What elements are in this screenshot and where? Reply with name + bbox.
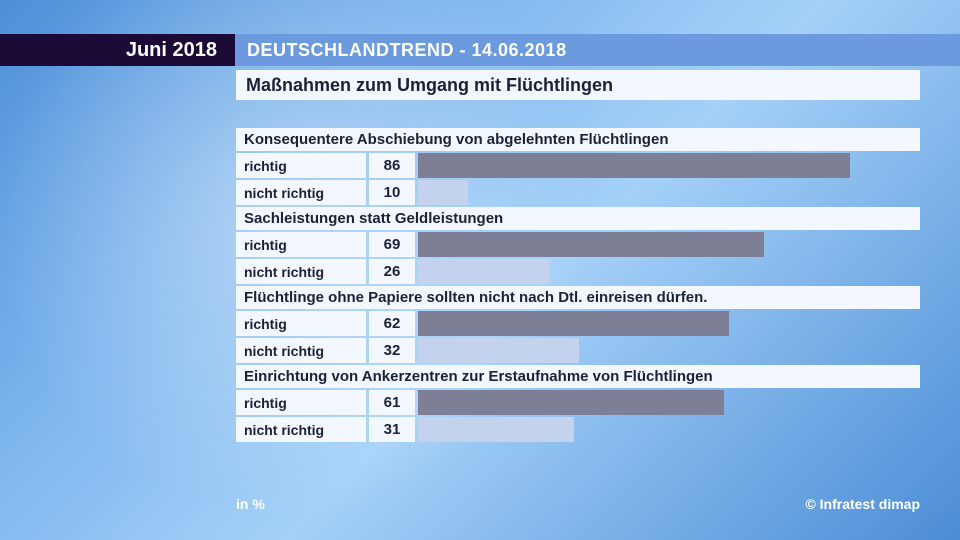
bar: [418, 417, 574, 442]
answer-value: 86: [369, 153, 415, 178]
answer-label: richtig: [236, 390, 366, 415]
bar-area: [418, 259, 920, 284]
bar-area: [418, 311, 920, 336]
bar-area: [418, 338, 920, 363]
answer-row: nicht richtig10: [236, 180, 920, 205]
question-group: Konsequentere Abschiebung von abgelehnte…: [236, 128, 920, 205]
question-header: Flüchtlinge ohne Papiere sollten nicht n…: [236, 286, 920, 309]
answer-row: richtig61: [236, 390, 920, 415]
bar: [418, 338, 579, 363]
answer-label: nicht richtig: [236, 180, 366, 205]
chart-content: Konsequentere Abschiebung von abgelehnte…: [236, 128, 920, 444]
answer-value: 32: [369, 338, 415, 363]
footer-source: © Infratest dimap: [805, 496, 920, 512]
answer-value: 62: [369, 311, 415, 336]
answer-label: richtig: [236, 311, 366, 336]
bar: [418, 390, 724, 415]
answer-value: 26: [369, 259, 415, 284]
answer-value: 31: [369, 417, 415, 442]
bar-area: [418, 180, 920, 205]
bar-area: [418, 153, 920, 178]
answer-value: 61: [369, 390, 415, 415]
answer-row: nicht richtig26: [236, 259, 920, 284]
header-row: Juni 2018 DEUTSCHLANDTREND - 14.06.2018: [0, 34, 960, 66]
answer-row: nicht richtig32: [236, 338, 920, 363]
bar: [418, 153, 850, 178]
question-group: Einrichtung von Ankerzentren zur Erstauf…: [236, 365, 920, 442]
subtitle-strip: Maßnahmen zum Umgang mit Flüchtlingen: [236, 70, 920, 100]
question-header: Einrichtung von Ankerzentren zur Erstauf…: [236, 365, 920, 388]
footer: in % © Infratest dimap: [236, 496, 920, 512]
question-header: Konsequentere Abschiebung von abgelehnte…: [236, 128, 920, 151]
bar: [418, 180, 468, 205]
answer-label: richtig: [236, 153, 366, 178]
bar-area: [418, 417, 920, 442]
bar: [418, 232, 764, 257]
answer-label: nicht richtig: [236, 417, 366, 442]
question-group: Sachleistungen statt Geldleistungenricht…: [236, 207, 920, 284]
date-box: Juni 2018: [0, 34, 235, 66]
answer-row: nicht richtig31: [236, 417, 920, 442]
question-group: Flüchtlinge ohne Papiere sollten nicht n…: [236, 286, 920, 363]
question-header: Sachleistungen statt Geldleistungen: [236, 207, 920, 230]
answer-row: richtig69: [236, 232, 920, 257]
bar-area: [418, 390, 920, 415]
answer-label: nicht richtig: [236, 259, 366, 284]
answer-row: richtig86: [236, 153, 920, 178]
bar-area: [418, 232, 920, 257]
title-strip: DEUTSCHLANDTREND - 14.06.2018: [235, 34, 960, 66]
answer-label: nicht richtig: [236, 338, 366, 363]
answer-value: 69: [369, 232, 415, 257]
footer-unit: in %: [236, 496, 265, 512]
bar: [418, 311, 729, 336]
answer-value: 10: [369, 180, 415, 205]
answer-row: richtig62: [236, 311, 920, 336]
bar: [418, 259, 549, 284]
answer-label: richtig: [236, 232, 366, 257]
